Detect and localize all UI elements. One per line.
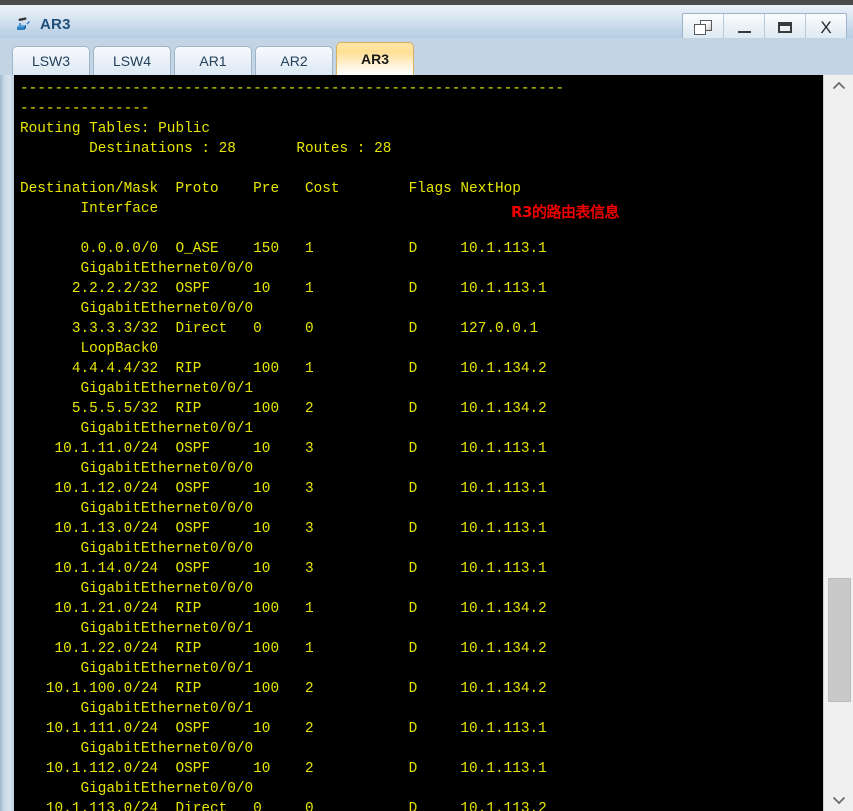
console-output[interactable]: ----------------------------------------… (14, 75, 823, 811)
maximize-button[interactable] (765, 14, 806, 41)
close-button[interactable]: X (806, 14, 846, 41)
tab-ar3[interactable]: AR3 (336, 42, 414, 75)
restore-button[interactable] (683, 14, 724, 41)
window-title: AR3 (40, 15, 71, 33)
scrollbar-thumb[interactable] (828, 578, 851, 702)
annotation-label: R3的路由表信息 (511, 203, 620, 221)
close-icon: X (820, 18, 832, 37)
minimize-button[interactable] (724, 14, 765, 41)
tab-lsw3[interactable]: LSW3 (12, 46, 90, 75)
title-bar: AR3 X (0, 5, 853, 42)
tab-label: AR2 (280, 53, 308, 69)
scroll-down-button[interactable] (824, 789, 853, 811)
vertical-scrollbar[interactable] (823, 75, 853, 811)
tab-lsw4[interactable]: LSW4 (93, 46, 171, 75)
scroll-up-button[interactable] (824, 75, 853, 97)
tab-ar1[interactable]: AR1 (174, 46, 252, 75)
restore-icon (694, 20, 712, 35)
tab-label: AR1 (199, 53, 227, 69)
terminal-window: AR3 X LSW3 LSW4 AR1 AR2 AR3 ------------… (0, 0, 853, 811)
console-area: ----------------------------------------… (0, 75, 853, 811)
routing-table-text: ----------------------------------------… (20, 81, 565, 811)
title-bar-left: AR3 (14, 10, 71, 38)
tab-strip: LSW3 LSW4 AR1 AR2 AR3 (0, 38, 853, 75)
tab-list: LSW3 LSW4 AR1 AR2 AR3 (12, 38, 417, 75)
chevron-down-icon (832, 796, 846, 805)
chevron-up-icon (832, 81, 846, 90)
tab-label: LSW3 (31, 53, 71, 69)
console-left-border (0, 75, 14, 811)
maximize-icon (778, 22, 792, 33)
tab-ar2[interactable]: AR2 (255, 46, 333, 75)
router-icon (17, 17, 30, 30)
tab-label: LSW4 (112, 53, 152, 69)
tab-label: AR3 (360, 51, 389, 67)
minimize-icon (737, 30, 751, 33)
